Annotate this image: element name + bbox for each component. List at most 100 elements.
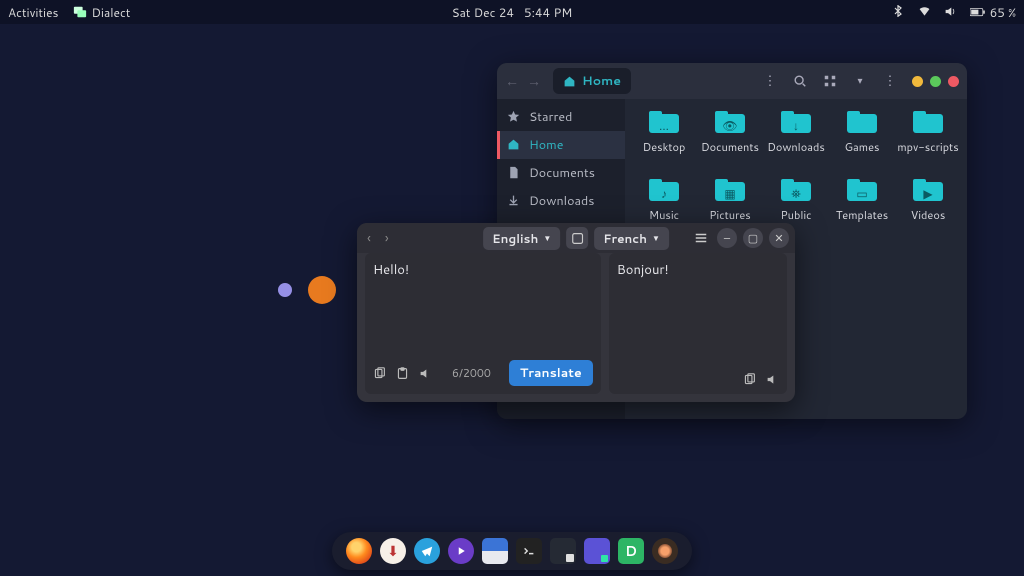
sidebar-item-label: Downloads [529, 192, 594, 210]
path-menu-button[interactable]: ⋮ [758, 69, 782, 93]
translate-button[interactable]: Translate [509, 360, 593, 386]
window-maximize-button[interactable]: ▢ [743, 228, 763, 248]
dock-files[interactable] [482, 538, 508, 564]
folder-label: Videos [911, 207, 946, 223]
top-bar: Activities Dialect Sat Dec 24 5:44 PM 65… [0, 0, 1024, 24]
dialect-window: ‹ › English ▼ French ▼ – ▢ ✕ [357, 223, 795, 402]
dock-dialect[interactable]: D [618, 538, 644, 564]
volume-icon[interactable] [944, 5, 958, 19]
history-forward-button[interactable]: › [381, 226, 393, 250]
folder-label: Pictures [709, 207, 751, 223]
folder-label: Music [649, 207, 679, 223]
dialect-header: ‹ › English ▼ French ▼ – ▢ ✕ [357, 223, 795, 253]
folder-icon: 👁 [715, 111, 745, 135]
folder-games[interactable]: Games [829, 111, 895, 179]
speak-target-button[interactable] [766, 373, 779, 386]
sidebar-item-home[interactable]: Home [497, 131, 625, 159]
window-close-button[interactable] [948, 76, 959, 87]
battery-percent: 65 % [990, 4, 1016, 21]
sidebar-item-documents[interactable]: Documents [497, 159, 625, 187]
bluetooth-icon[interactable] [892, 5, 906, 19]
dock-screen-recorder[interactable] [584, 538, 610, 564]
path-label: Home [582, 72, 621, 90]
dialect-icon [73, 5, 87, 19]
target-language-label: French [603, 230, 647, 247]
folder-desktop[interactable]: … Desktop [631, 111, 697, 179]
window-close-button[interactable]: ✕ [769, 228, 789, 248]
folder-icon [913, 111, 943, 135]
chevron-down-icon: ▼ [652, 232, 660, 244]
copy-target-button[interactable] [743, 373, 756, 386]
target-text-output: Bonjour! [617, 261, 779, 373]
doc-icon [507, 166, 521, 180]
sidebar-item-label: Documents [529, 164, 595, 182]
sidebar-item-starred[interactable]: Starred [497, 103, 625, 131]
folder-icon: ⛯ [781, 179, 811, 203]
folder-icon: … [649, 111, 679, 135]
path-bar[interactable]: Home [553, 68, 631, 94]
sidebar-item-downloads[interactable]: Downloads [497, 187, 625, 215]
dock-transmission[interactable]: ⬇ [380, 538, 406, 564]
dock-firefox[interactable] [346, 538, 372, 564]
files-header: ← → Home ⋮ ▾ ⋮ [497, 63, 967, 99]
desktop-orb-big [308, 276, 336, 304]
home-icon [507, 138, 521, 152]
history-back-button[interactable]: ‹ [363, 226, 375, 250]
window-minimize-button[interactable] [912, 76, 923, 87]
folder-label: Desktop [643, 139, 686, 155]
source-language-label: English [492, 230, 538, 247]
chevron-down-icon: ▼ [543, 232, 551, 244]
folder-label: Documents [701, 139, 759, 155]
dock-screenshot[interactable] [550, 538, 576, 564]
source-text-input[interactable]: Hello! [373, 261, 593, 360]
nav-back-button[interactable]: ← [505, 71, 519, 91]
view-toggle-button[interactable] [818, 69, 842, 93]
folder-label: Games [845, 139, 880, 155]
speak-source-button[interactable] [419, 367, 432, 380]
clock-time: 5:44 PM [524, 4, 572, 21]
active-app-name: Dialect [92, 4, 131, 21]
search-button[interactable] [788, 69, 812, 93]
target-pane: Bonjour! [609, 253, 787, 394]
star-icon [507, 110, 521, 124]
folder-mpv-scripts[interactable]: mpv-scripts [895, 111, 961, 179]
activities-button[interactable]: Activities [8, 4, 59, 21]
folder-icon: ▦ [715, 179, 745, 203]
window-maximize-button[interactable] [930, 76, 941, 87]
folder-videos[interactable]: ▶ Videos [895, 179, 961, 247]
dock-image-viewer[interactable] [652, 538, 678, 564]
dock-terminal[interactable] [516, 538, 542, 564]
active-app-indicator[interactable]: Dialect [73, 4, 131, 21]
folder-icon: ♪ [649, 179, 679, 203]
nav-forward-button[interactable]: → [527, 71, 541, 91]
folder-icon: ▭ [847, 179, 877, 203]
folder-icon [847, 111, 877, 135]
folder-icon: ↓ [781, 111, 811, 135]
dock: ⬇ D [332, 532, 692, 570]
down-icon [507, 194, 521, 208]
target-language-button[interactable]: French ▼ [594, 227, 669, 250]
dock-telegram[interactable] [414, 538, 440, 564]
copy-source-button[interactable] [373, 367, 386, 380]
network-icon[interactable] [918, 5, 932, 19]
battery-indicator[interactable]: 65 % [970, 4, 1016, 21]
folder-icon: ▶ [913, 179, 943, 203]
view-options-button[interactable]: ▾ [848, 69, 872, 93]
clock-date: Sat Dec 24 [452, 4, 514, 21]
sidebar-item-label: Starred [529, 108, 572, 126]
swap-languages-button[interactable] [566, 227, 588, 249]
source-pane: Hello! 6/2000 Translate [365, 253, 601, 394]
window-minimize-button[interactable]: – [717, 228, 737, 248]
folder-downloads[interactable]: ↓ Downloads [763, 111, 829, 179]
folder-label: Downloads [767, 139, 825, 155]
hamburger-menu-button[interactable]: ⋮ [878, 69, 902, 93]
folder-documents[interactable]: 👁 Documents [697, 111, 763, 179]
clock[interactable]: Sat Dec 24 5:44 PM [452, 4, 573, 21]
paste-button[interactable] [396, 367, 409, 380]
char-counter: 6/2000 [452, 365, 491, 381]
folder-label: mpv-scripts [897, 139, 958, 155]
dock-media-player[interactable] [448, 538, 474, 564]
main-menu-button[interactable] [691, 228, 711, 248]
source-language-button[interactable]: English ▼ [483, 227, 560, 250]
folder-templates[interactable]: ▭Templates [829, 179, 895, 247]
